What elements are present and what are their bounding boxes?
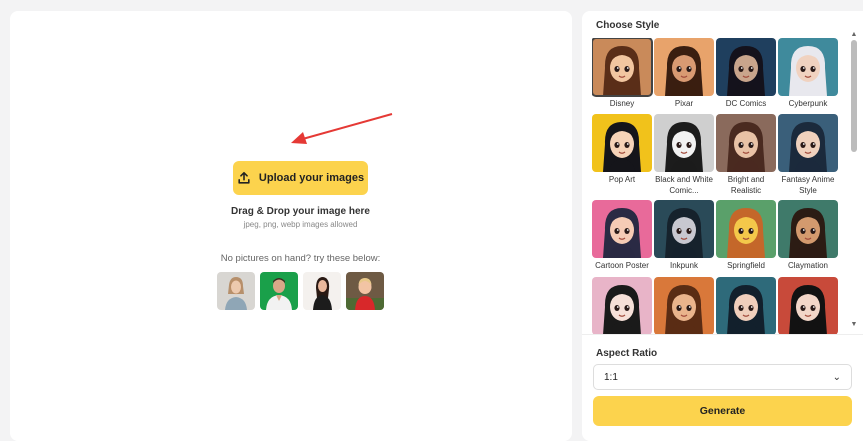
style-option-black-and-white-comic[interactable]: Black and White Comic... xyxy=(654,114,714,196)
style-option-inkpunk[interactable]: Inkpunk xyxy=(654,200,714,272)
style-label: Black and White Comic... xyxy=(655,175,713,195)
style-label: Inkpunk xyxy=(669,261,699,270)
sample-prompt: No pictures on hand? try these below: xyxy=(220,253,381,264)
style-option-bright-and-realistic[interactable]: Bright and Realistic xyxy=(716,114,776,196)
aspect-ratio-title: Aspect Ratio xyxy=(596,348,658,359)
upload-icon xyxy=(238,171,250,184)
sample-image-girl[interactable] xyxy=(303,272,341,310)
sample-image-woman[interactable] xyxy=(217,272,255,310)
style-thumbnail xyxy=(654,38,714,96)
style-label: Pop Art xyxy=(608,175,636,184)
style-thumbnail xyxy=(654,114,714,172)
chevron-down-icon: ⌄ xyxy=(832,371,841,383)
style-thumbnail xyxy=(592,277,652,334)
scroll-thumb[interactable] xyxy=(851,40,857,152)
style-thumbnail xyxy=(778,38,838,96)
scroll-down-icon[interactable]: ▼ xyxy=(850,321,858,329)
scroll-up-icon[interactable]: ▲ xyxy=(850,31,858,39)
generate-button[interactable]: Generate xyxy=(593,396,852,426)
upload-panel: Upload your images Drag & Drop your imag… xyxy=(10,11,572,441)
style-label: Bright and Realistic xyxy=(727,175,765,195)
style-option-unlabeled-13[interactable] xyxy=(654,277,714,334)
style-option-pixar[interactable]: Pixar xyxy=(654,38,714,110)
style-grid: Disney Pixar DC Comics Cyberpunk Pop Art Blac… xyxy=(592,38,842,334)
style-thumbnail xyxy=(592,200,652,258)
style-label: Cyberpunk xyxy=(788,99,828,108)
style-thumbnail xyxy=(778,200,838,258)
style-label: Springfield xyxy=(727,261,765,270)
upload-images-button[interactable]: Upload your images xyxy=(233,161,368,195)
style-thumbnail xyxy=(654,277,714,334)
style-thumbnail xyxy=(716,277,776,334)
style-label: Fantasy Anime Style xyxy=(781,175,835,195)
style-thumbnail xyxy=(778,114,838,172)
style-thumbnail xyxy=(778,277,838,334)
style-option-pop-art[interactable]: Pop Art xyxy=(592,114,652,186)
style-option-claymation[interactable]: Claymation xyxy=(778,200,838,272)
style-option-fantasy-anime-style[interactable]: Fantasy Anime Style xyxy=(778,114,838,196)
style-option-cartoon-poster[interactable]: Cartoon Poster xyxy=(592,200,652,272)
style-thumbnail xyxy=(592,38,653,97)
style-option-dc-comics[interactable]: DC Comics xyxy=(716,38,776,110)
sample-image-child[interactable] xyxy=(346,272,384,310)
style-thumbnail xyxy=(716,38,776,96)
style-label: DC Comics xyxy=(725,99,767,108)
style-option-springfield[interactable]: Springfield xyxy=(716,200,776,272)
style-thumbnail xyxy=(592,114,652,172)
style-thumbnail xyxy=(654,200,714,258)
style-option-cyberpunk[interactable]: Cyberpunk xyxy=(778,38,838,110)
drag-drop-title: Drag & Drop your image here xyxy=(231,206,370,217)
style-label: Disney xyxy=(609,99,635,108)
aspect-ratio-value: 1:1 xyxy=(604,371,618,383)
style-scrollbar[interactable]: ▲ ▼ xyxy=(850,31,858,329)
settings-panel: Choose Style Disney Pixar DC Comics Cyberpu… xyxy=(582,11,863,441)
choose-style-title: Choose Style xyxy=(596,20,660,31)
style-option-unlabeled-15[interactable] xyxy=(778,277,838,334)
style-option-disney[interactable]: Disney xyxy=(592,38,653,110)
sample-image-man[interactable] xyxy=(260,272,298,310)
style-option-unlabeled-12[interactable] xyxy=(592,277,652,334)
style-thumbnail xyxy=(716,200,776,258)
style-option-unlabeled-14[interactable] xyxy=(716,277,776,334)
divider xyxy=(582,334,863,335)
pointer-arrow-icon xyxy=(291,113,393,144)
allowed-formats: jpeg, png, webp images allowed xyxy=(243,220,358,229)
style-label: Cartoon Poster xyxy=(595,261,649,270)
style-thumbnail xyxy=(716,114,776,172)
sample-images xyxy=(217,272,384,310)
style-label: Pixar xyxy=(674,99,694,108)
aspect-ratio-select[interactable]: 1:1 ⌄ xyxy=(593,364,852,390)
style-label: Claymation xyxy=(787,261,828,270)
upload-button-label: Upload your images xyxy=(258,172,365,184)
